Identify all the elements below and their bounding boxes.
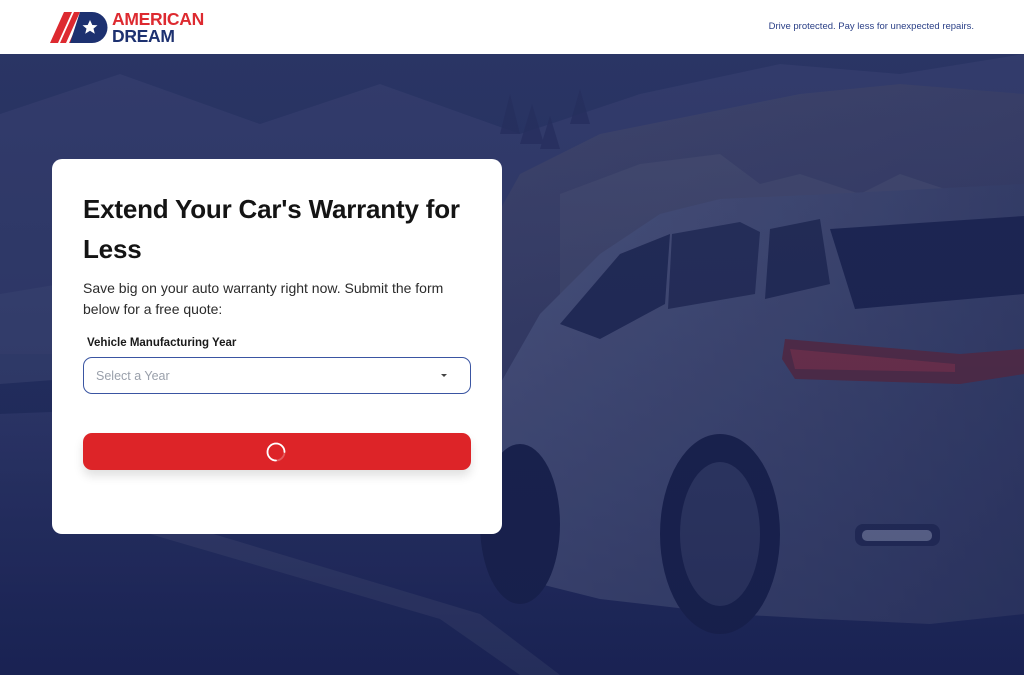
year-field-label: Vehicle Manufacturing Year: [87, 337, 237, 349]
loading-spinner-icon: [266, 442, 286, 462]
american-dream-logo-icon: [50, 12, 108, 43]
year-select-placeholder: Select a Year: [96, 369, 170, 383]
form-title: Extend Your Car's Warranty for Less: [83, 194, 460, 264]
brand-name: AMERICAN DREAM: [112, 10, 204, 46]
chevron-down-icon: [441, 374, 447, 377]
quote-form-card: Extend Your Car's Warranty for Less Save…: [52, 159, 502, 534]
brand-name-line2: DREAM: [112, 26, 175, 46]
site-header: AMERICAN DREAM Drive protected. Pay less…: [0, 0, 1024, 54]
brand-logo[interactable]: AMERICAN DREAM: [50, 10, 220, 46]
year-select[interactable]: Select a Year: [83, 357, 471, 394]
header-tagline: Drive protected. Pay less for unexpected…: [768, 21, 974, 32]
submit-button[interactable]: [83, 433, 471, 470]
form-subtitle: Save big on your auto warranty right now…: [83, 280, 444, 317]
